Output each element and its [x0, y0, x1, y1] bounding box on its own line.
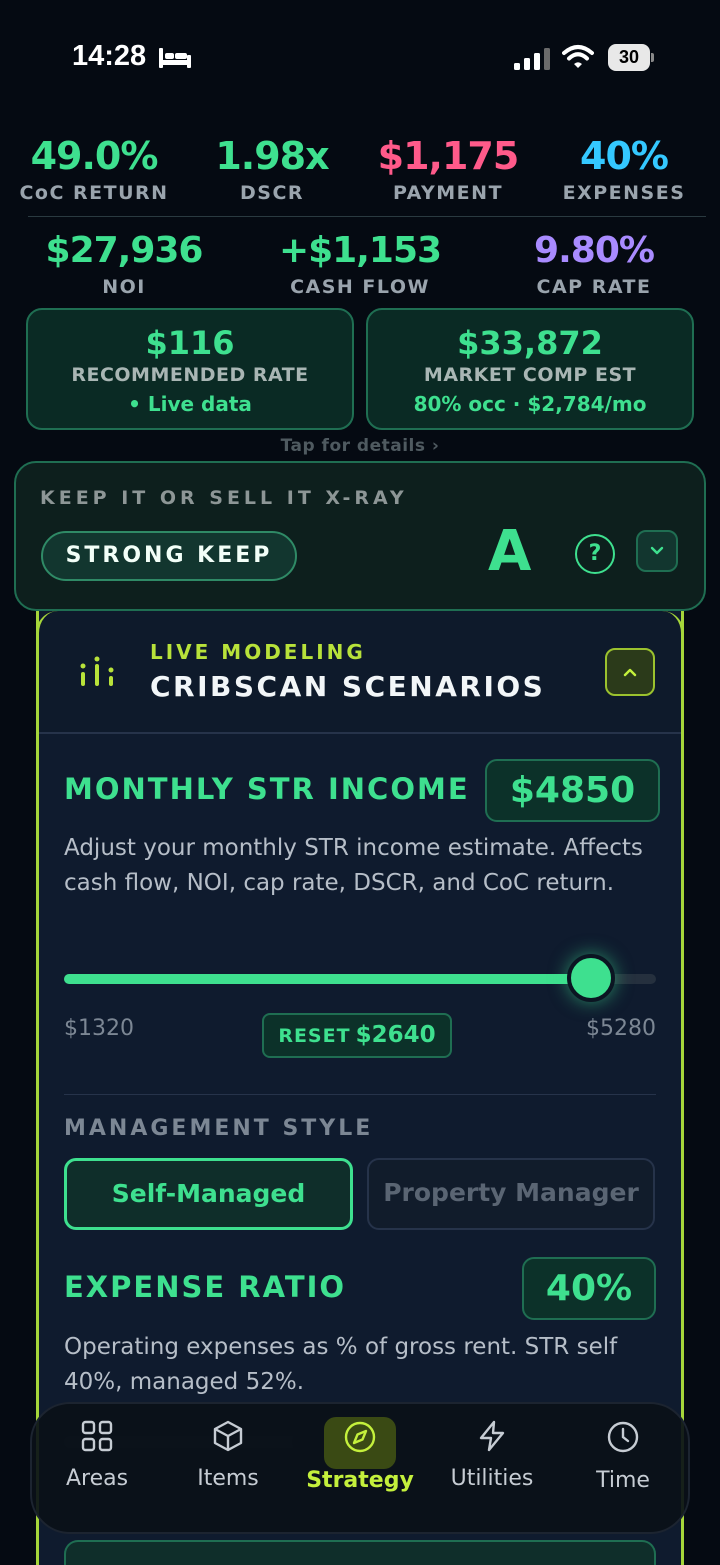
reset-value: $2640	[355, 1022, 436, 1048]
metric-value: 49.0%	[30, 134, 159, 178]
live-modeling-label: LIVE MODELING	[150, 640, 366, 664]
verdict-badge: STRONG KEEP	[41, 531, 297, 581]
comp-occupancy: 80% occ · $2,784/mo	[413, 392, 647, 416]
metric-value: $27,936	[45, 230, 204, 271]
management-style-title: MANAGEMENT STYLE	[64, 1116, 374, 1141]
metric-label: CASH FLOW	[290, 276, 430, 298]
next-card-peek	[64, 1540, 656, 1565]
rate-label: RECOMMENDED RATE	[71, 364, 309, 386]
status-time: 14:28	[72, 40, 147, 72]
live-data-indicator: • Live data	[128, 392, 252, 416]
metric-label: CoC RETURN	[19, 182, 169, 204]
nav-label: Items	[197, 1466, 259, 1491]
income-slider-fill	[64, 974, 592, 984]
divider	[39, 732, 681, 734]
bolt-icon	[479, 1420, 505, 1452]
expense-ratio-title: EXPENSE RATIO	[64, 1270, 347, 1304]
nav-label: Utilities	[450, 1466, 534, 1491]
nav-item-time[interactable]: Time	[563, 1420, 683, 1493]
metric-value: $1,175	[377, 134, 520, 178]
metric-coc-return[interactable]: 49.0% CoC RETURN	[18, 134, 170, 204]
scenarios-title: CRIBSCAN SCENARIOS	[150, 670, 546, 703]
expand-xray-button[interactable]	[636, 530, 678, 572]
xray-title: KEEP IT OR SELL IT X-RAY	[40, 487, 408, 509]
monthly-income-title: MONTHLY STR INCOME	[64, 772, 470, 806]
metric-label: EXPENSES	[562, 182, 686, 204]
metric-label: CAP RATE	[536, 276, 652, 298]
metric-label: PAYMENT	[392, 182, 504, 204]
metric-label: NOI	[102, 276, 146, 298]
bed-icon	[159, 48, 191, 68]
metric-value: 9.80%	[534, 230, 655, 271]
slider-min-label: $1320	[64, 1016, 134, 1041]
comp-label: MARKET COMP EST	[423, 364, 637, 386]
divider	[64, 1094, 656, 1095]
nav-item-strategy[interactable]: Strategy	[300, 1420, 420, 1493]
metric-value: 1.98x	[215, 134, 329, 178]
wifi-icon	[562, 45, 594, 68]
chevron-down-icon	[650, 546, 664, 555]
help-button[interactable]: ?	[575, 534, 615, 574]
nav-item-items[interactable]: Items	[168, 1420, 288, 1491]
cube-icon	[213, 1420, 243, 1452]
slider-max-label: $5280	[586, 1016, 656, 1041]
nav-label: Areas	[65, 1466, 129, 1491]
collapse-scenarios-button[interactable]	[605, 648, 655, 696]
recommended-rate-card[interactable]: $116 RECOMMENDED RATE • Live data	[26, 308, 354, 430]
chevron-up-icon	[623, 668, 637, 677]
divider	[28, 216, 706, 217]
metric-cap-rate[interactable]: 9.80% CAP RATE	[504, 230, 684, 298]
property-manager-option[interactable]: Property Manager	[367, 1158, 655, 1230]
reset-income-button[interactable]: RESET $2640	[262, 1013, 452, 1058]
metric-cash-flow[interactable]: +$1,153 CASH FLOW	[268, 230, 452, 298]
metric-dscr[interactable]: 1.98x DSCR	[196, 134, 348, 204]
metric-label: DSCR	[239, 182, 305, 204]
metric-noi[interactable]: $27,936 NOI	[34, 230, 214, 298]
expense-ratio-description: Operating expenses as % of gross rent. S…	[64, 1334, 618, 1395]
metric-value: 40%	[580, 134, 669, 178]
grade-letter: A	[488, 519, 532, 584]
monthly-income-description: Adjust your monthly STR income estimate.…	[64, 835, 643, 896]
live-modeling-icon	[80, 656, 114, 686]
clock-icon	[607, 1421, 639, 1453]
market-comp-card[interactable]: $33,872 MARKET COMP EST 80% occ · $2,784…	[366, 308, 694, 430]
metric-value: +$1,153	[278, 230, 442, 271]
nav-label: Strategy	[306, 1468, 414, 1493]
reset-label: RESET	[278, 1025, 351, 1047]
rate-value: $116	[145, 324, 235, 362]
battery-indicator: 30	[608, 44, 654, 71]
nav-item-areas[interactable]: Areas	[37, 1420, 157, 1491]
nav-label: Time	[596, 1468, 650, 1493]
expense-ratio-value[interactable]: 40%	[522, 1257, 656, 1320]
compass-icon	[344, 1421, 376, 1453]
signal-icon	[514, 48, 550, 70]
grid-icon	[81, 1420, 113, 1452]
comp-value: $33,872	[457, 324, 603, 362]
monthly-income-value[interactable]: $4850	[485, 759, 660, 822]
self-managed-option[interactable]: Self-Managed	[64, 1158, 353, 1230]
metric-expenses[interactable]: 40% EXPENSES	[548, 134, 700, 204]
battery-level: 30	[608, 44, 650, 71]
tap-for-details-hint[interactable]: Tap for details ›	[0, 436, 720, 456]
nav-item-utilities[interactable]: Utilities	[432, 1420, 552, 1491]
metric-payment[interactable]: $1,175 PAYMENT	[372, 134, 524, 204]
